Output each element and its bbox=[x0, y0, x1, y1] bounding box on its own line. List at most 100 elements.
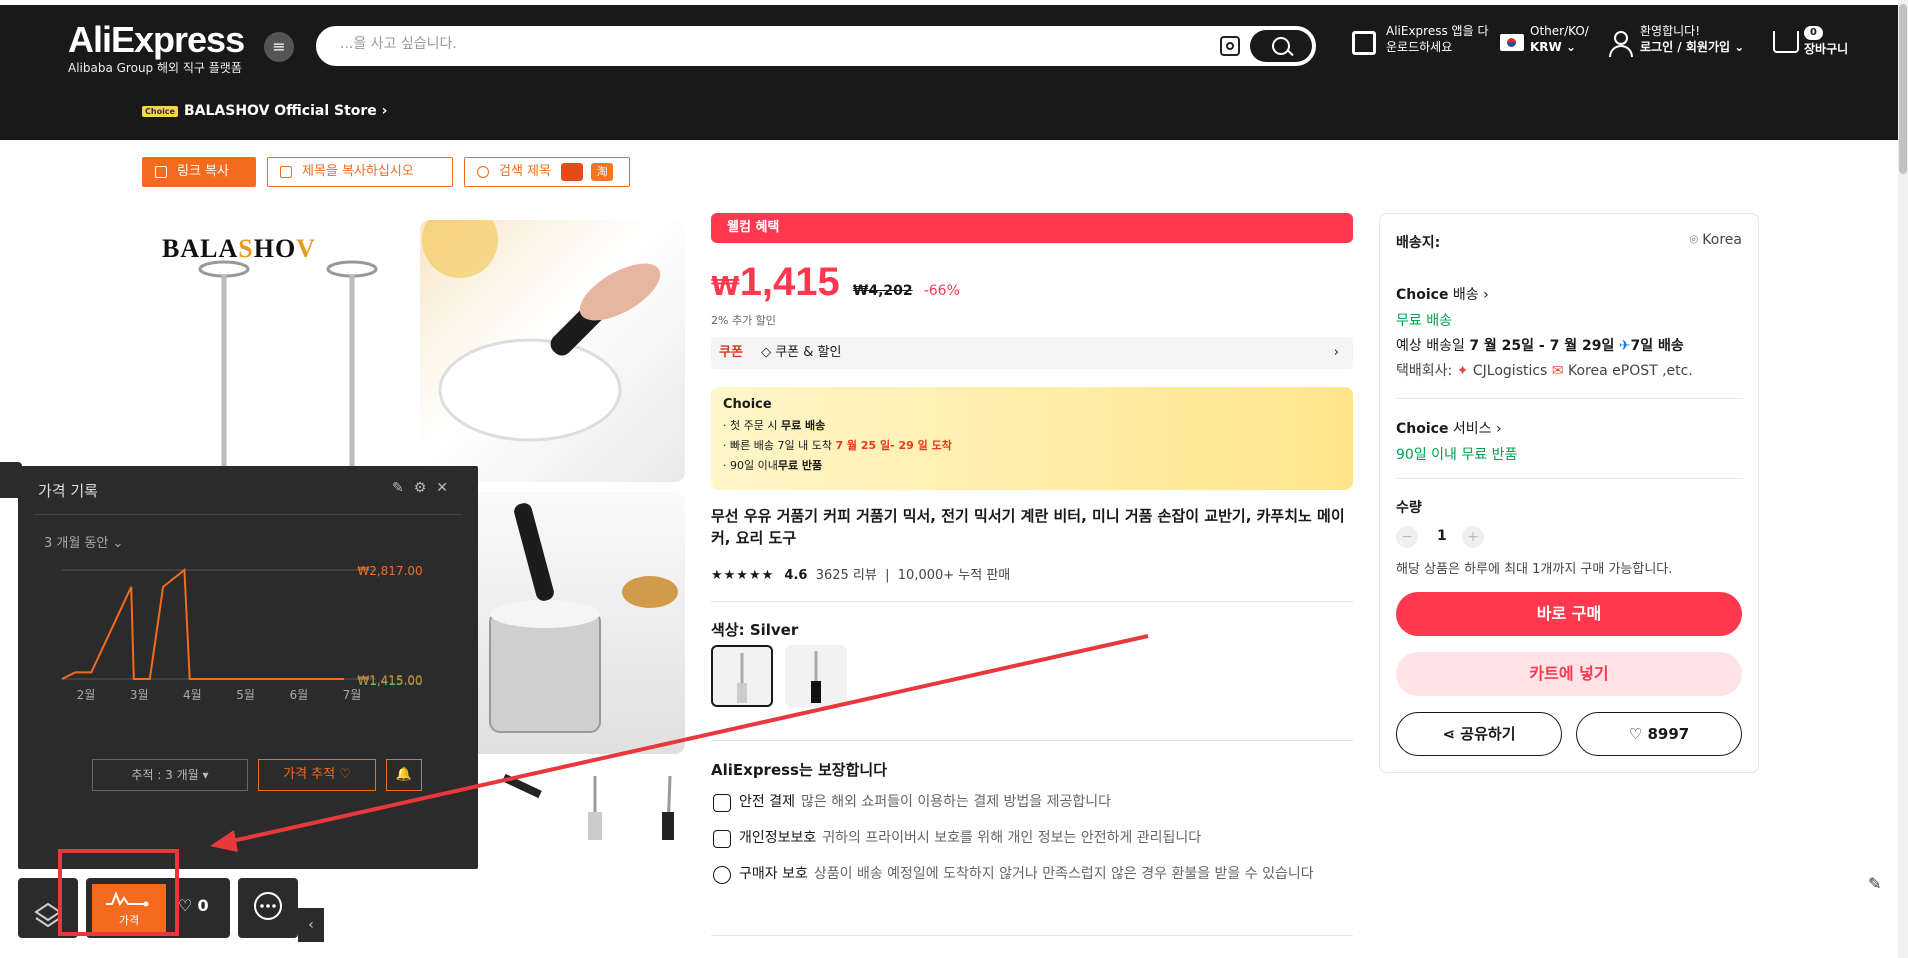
settings-icon[interactable]: ⚙ bbox=[414, 480, 437, 496]
price-row: ₩1,415 ₩4,202 -66% bbox=[711, 260, 960, 304]
ship-to-label: 배송지: bbox=[1396, 235, 1441, 251]
divider bbox=[711, 935, 1353, 936]
choice-delivery-link[interactable]: Choice 배송 › bbox=[1396, 284, 1489, 304]
current-price: 1,415 bbox=[739, 260, 840, 304]
x-tick-label: 3월 bbox=[130, 688, 149, 702]
aliexpress-badge-icon bbox=[561, 162, 584, 181]
chat-button[interactable] bbox=[238, 878, 298, 938]
lock-icon bbox=[713, 830, 731, 848]
guarantee-privacy: 개인정보보호 귀하의 프라이버시 보호를 위해 개인 정보는 안전하게 관리됩니다 bbox=[711, 829, 1351, 848]
rating-row[interactable]: ★★★★★ 4.6 3625 리뷰 | 10,000+ 누적 판매 bbox=[711, 564, 1010, 583]
copy-icon bbox=[280, 166, 292, 178]
x-tick-label: 6월 bbox=[289, 688, 308, 702]
guarantee-secure-payment: 안전 결제 많은 해외 쇼퍼들이 이용하는 결제 방법을 제공합니다 bbox=[711, 793, 1351, 812]
cj-logo-icon: ✦ bbox=[1456, 363, 1469, 379]
choice-benefits-box: Choice · 첫 주문 시 무료 배송 · 빠른 배송 7일 내 도착 7 … bbox=[711, 387, 1353, 490]
copy-title-button[interactable]: 제목을 복사하십시오 bbox=[267, 157, 453, 187]
page-scrollbar[interactable] bbox=[1898, 0, 1908, 958]
region-selector[interactable]: Other/KO/ KRW ⌄ bbox=[1530, 23, 1589, 55]
quantity-label: 수량 bbox=[1396, 500, 1422, 516]
shield-check-icon bbox=[713, 794, 731, 812]
aliexpress-logo[interactable]: AliExpress Alibaba Group 해외 직구 플랫폼 bbox=[68, 19, 245, 76]
search-icon bbox=[477, 166, 489, 178]
add-to-cart-button[interactable]: 카트에 넣기 bbox=[1396, 652, 1742, 696]
divider bbox=[1396, 398, 1742, 399]
cart-label[interactable]: 장바구니 bbox=[1804, 41, 1848, 57]
price-watch-button[interactable]: 가격 추적 ♡ bbox=[258, 759, 376, 791]
x-tick-label: 4월 bbox=[183, 688, 202, 702]
frother-in-bowl-illustration bbox=[422, 220, 661, 442]
quantity-increase-button[interactable]: + bbox=[1462, 526, 1484, 548]
account-menu[interactable]: 환영합니다! 로그인 / 회원가입 ⌄ bbox=[1640, 23, 1744, 55]
buy-now-button[interactable]: 바로 구매 bbox=[1396, 592, 1742, 636]
edit-icon[interactable]: ✎ bbox=[392, 480, 414, 496]
share-icon: ⋖ bbox=[1442, 725, 1456, 743]
store-link[interactable]: Choice BALASHOV Official Store › bbox=[142, 103, 387, 119]
wishlist-button[interactable]: ♡ 8997 bbox=[1576, 712, 1742, 756]
x-tick-label: 2월 bbox=[77, 688, 96, 702]
location-pin-icon: ⌾ bbox=[1689, 232, 1698, 248]
panel-tools: ✎⚙✕ bbox=[392, 480, 458, 496]
user-icon[interactable] bbox=[1608, 29, 1633, 57]
plane-icon: ✈ bbox=[1618, 338, 1631, 354]
taobao-badge-icon: 淘 bbox=[591, 162, 614, 181]
ship-to-location[interactable]: ⌾ Korea bbox=[1689, 232, 1742, 248]
color-swatch-black[interactable] bbox=[785, 645, 847, 707]
copy-icon bbox=[155, 166, 167, 178]
bell-icon[interactable]: 🔔 bbox=[386, 759, 422, 791]
color-swatch-silver[interactable] bbox=[711, 645, 773, 707]
purchase-panel: 배송지: ⌾ Korea Choice 배송 › 무료 배송 예상 배송일 7 … bbox=[1379, 213, 1759, 773]
epost-logo-icon: ✉ bbox=[1551, 363, 1564, 379]
product-image-2[interactable] bbox=[420, 220, 685, 482]
price-history-panel: 가격 기록 ✎⚙✕ 3 개월 동안 ⌄ 2월 3월 4월 5월 6월 7월 ₩2,817.… bbox=[18, 466, 478, 869]
carrier-info: 택배회사: ✦ CJLogistics ✉ Korea ePOST ,etc. bbox=[1396, 363, 1693, 379]
choice-badge: Choice bbox=[142, 105, 178, 117]
cart-icon[interactable] bbox=[1773, 31, 1799, 53]
collapse-dock-button[interactable]: ‹ bbox=[298, 908, 324, 942]
menu-icon[interactable]: ≡ bbox=[264, 32, 294, 62]
copy-link-button[interactable]: 링크 복사 bbox=[142, 157, 256, 187]
chevron-right-icon: › bbox=[1333, 345, 1339, 360]
annotation-highlight-box bbox=[58, 849, 179, 936]
image-search-icon[interactable] bbox=[1220, 36, 1240, 56]
free-shipping-text: 무료 배송 bbox=[1396, 313, 1452, 329]
share-button[interactable]: ⋖ 공유하기 bbox=[1396, 712, 1562, 756]
edit-icon[interactable]: ✎ bbox=[1868, 874, 1881, 893]
delivery-estimate: 예상 배송일 7 월 25일 - 7 월 29일 ✈7일 배송 bbox=[1396, 338, 1684, 354]
quantity-value[interactable]: 1 bbox=[1437, 528, 1447, 544]
divider bbox=[711, 601, 1353, 602]
thumbnail-images[interactable] bbox=[500, 772, 690, 842]
divider bbox=[1396, 478, 1742, 479]
guarantee-buyer-protection: 구매자 보호 상품이 배송 예정일에 도착하지 않거나 만족스럽지 않은 경우 환… bbox=[711, 865, 1351, 884]
coupon-tag: 쿠폰 bbox=[719, 345, 743, 360]
coupon-row[interactable]: 쿠폰 ◇ 쿠폰 & 할인 › bbox=[711, 337, 1353, 369]
quantity-decrease-button[interactable]: − bbox=[1396, 526, 1418, 548]
brand-logo: BALASHOV bbox=[162, 234, 316, 263]
search-input[interactable] bbox=[340, 36, 1200, 52]
track-period-select[interactable]: 추적 : 3 개월 ▾ bbox=[92, 759, 248, 791]
divider bbox=[34, 514, 462, 515]
chat-icon bbox=[254, 892, 282, 920]
qr-code-icon[interactable] bbox=[1352, 31, 1376, 55]
welcome-benefit-banner[interactable]: 웰컴 혜택 bbox=[711, 213, 1353, 243]
search-bar bbox=[316, 26, 1316, 66]
range-selector[interactable]: 3 개월 동안 ⌄ bbox=[44, 532, 123, 551]
handshake-icon bbox=[713, 866, 731, 884]
price-history-title: 가격 기록 bbox=[38, 482, 98, 500]
product-title: 무선 우유 거품기 커피 거품기 믹서, 전기 믹서기 계란 비터, 미니 거품… bbox=[711, 507, 1345, 547]
original-price: ₩4,202 bbox=[852, 283, 913, 299]
max-price-label: ₩2,817.00 bbox=[357, 564, 422, 578]
extra-discount-note: 2% 추가 할인 bbox=[711, 314, 776, 327]
favorites-counter[interactable]: ♡ 0 bbox=[178, 896, 209, 915]
close-icon[interactable]: ✕ bbox=[436, 480, 458, 496]
download-app-link[interactable]: AliExpress 앱을 다 운로드하세요 bbox=[1386, 23, 1488, 55]
search-button[interactable] bbox=[1250, 30, 1312, 62]
side-tab[interactable] bbox=[0, 462, 22, 498]
rating-stars: ★★★★★ bbox=[711, 568, 775, 583]
search-title-button[interactable]: 검색 제목 淘 bbox=[464, 157, 630, 187]
price-series-line bbox=[61, 568, 344, 680]
choice-service-link[interactable]: Choice 서비스 › bbox=[1396, 418, 1502, 438]
price-history-chart: 2월 3월 4월 5월 6월 7월 ₩2,817.00 ₩1,415.00 ₩1,415.… bbox=[61, 564, 423, 702]
scrollbar-thumb[interactable] bbox=[1899, 4, 1907, 174]
x-tick-label: 7월 bbox=[343, 688, 362, 702]
